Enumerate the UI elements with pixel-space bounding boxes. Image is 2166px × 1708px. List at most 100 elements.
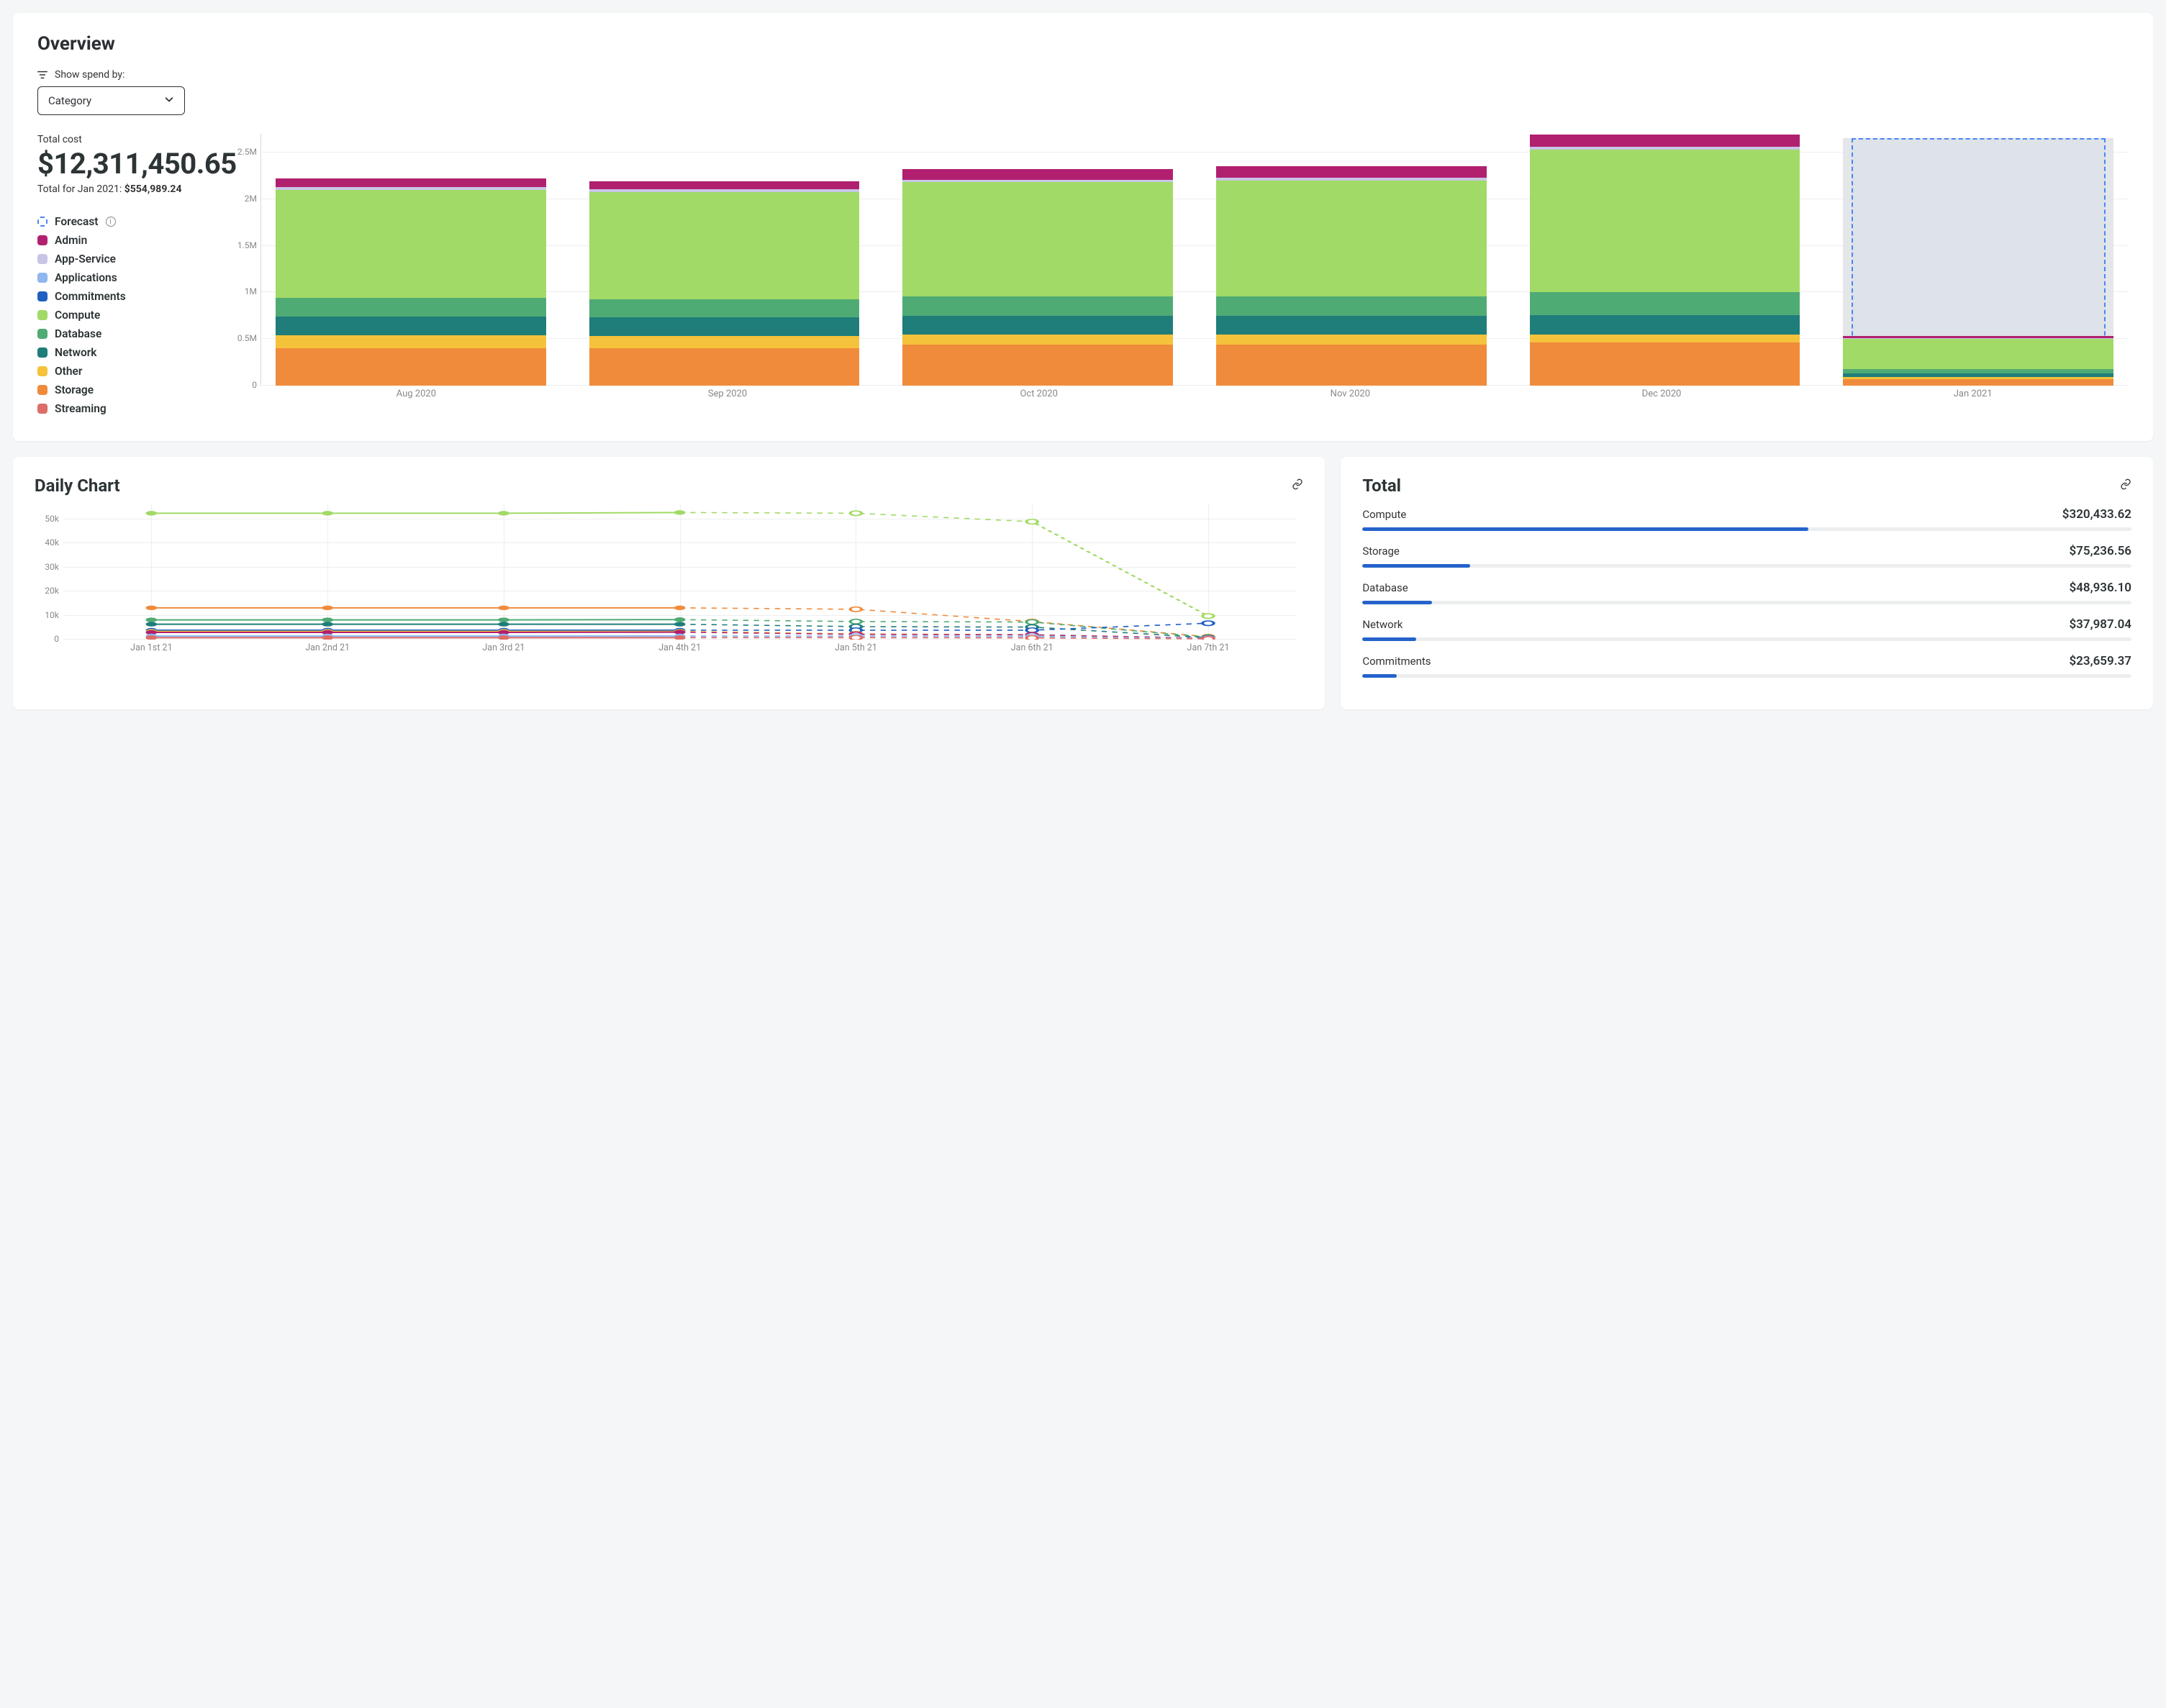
legend: Forecast i Admin App-Service Applications Com… (37, 215, 210, 415)
legend-item[interactable]: Network (37, 346, 210, 359)
legend-item[interactable]: Storage (37, 383, 210, 396)
total-item[interactable]: Network$37,987.04 (1362, 617, 2131, 641)
bar-segment (589, 348, 860, 386)
legend-item[interactable]: Forecast i (37, 215, 210, 228)
legend-swatch (37, 385, 47, 395)
legend-label: Forecast (55, 215, 99, 228)
overview-card: Overview Show spend by: Category Total c… (13, 13, 2153, 441)
info-icon[interactable]: i (106, 217, 116, 227)
total-for-line: Total for Jan 2021: $554,989.24 (37, 183, 210, 195)
bar-segment (276, 335, 546, 348)
total-item-name: Database (1362, 581, 1408, 594)
bar-segment (589, 299, 860, 317)
legend-swatch (37, 235, 47, 245)
y-tick-label: 0 (33, 634, 59, 644)
legend-item[interactable]: Commitments (37, 290, 210, 303)
spend-by-dropdown[interactable]: Category (37, 86, 185, 115)
bar-segment (902, 182, 1173, 296)
x-tick-label: Jan 6th 21 (944, 642, 1120, 658)
legend-label: Other (55, 365, 82, 378)
legend-label: Applications (55, 271, 117, 284)
progress-fill (1362, 601, 1431, 604)
progress-fill (1362, 674, 1397, 678)
y-tick-label: 50k (33, 514, 59, 524)
total-cost-value: $12,311,450.65 (37, 147, 210, 181)
legend-swatch (37, 347, 47, 358)
total-item-name: Compute (1362, 508, 1406, 521)
bar-segment (1530, 335, 1800, 343)
bar-segment (276, 190, 546, 298)
legend-item[interactable]: Other (37, 365, 210, 378)
bar-segment (276, 348, 546, 386)
bar-segment (589, 336, 860, 348)
total-item[interactable]: Database$48,936.10 (1362, 581, 2131, 604)
y-tick-label: 1M (231, 286, 257, 296)
legend-swatch (37, 273, 47, 283)
bar-segment (902, 316, 1173, 335)
y-tick-label: 0.5M (231, 333, 257, 343)
legend-swatch (37, 310, 47, 320)
x-tick-label: Jan 7th 21 (1120, 642, 1297, 658)
bar-column[interactable] (1828, 138, 2129, 386)
legend-label: Compute (55, 309, 100, 322)
x-tick-label: Jan 2021 (1817, 389, 2129, 407)
total-item-value: $320,433.62 (2062, 507, 2131, 522)
legend-swatch (37, 404, 47, 414)
bar-column[interactable] (574, 181, 875, 386)
legend-label: Commitments (55, 290, 126, 303)
total-for-prefix: Total for Jan 2021: (37, 183, 124, 195)
total-title: Total (1362, 476, 1401, 496)
y-tick-label: 10k (33, 610, 59, 620)
x-tick-label: Jan 5th 21 (768, 642, 944, 658)
progress-track (1362, 637, 2131, 641)
bar-segment (1216, 316, 1487, 335)
bar-segment (902, 345, 1173, 386)
legend-label: Network (55, 346, 97, 359)
legend-item[interactable]: Streaming (37, 402, 210, 415)
y-tick-label: 40k (33, 537, 59, 548)
total-item-value: $23,659.37 (2069, 654, 2131, 668)
bar-segment (589, 192, 860, 299)
progress-track (1362, 674, 2131, 678)
legend-item[interactable]: Admin (37, 234, 210, 247)
bar-segment (1530, 150, 1800, 292)
total-item[interactable]: Compute $320,433.62 (1362, 507, 2131, 531)
link-icon[interactable] (1292, 478, 1303, 493)
legend-label: Streaming (55, 402, 107, 415)
total-card: Total Compute $320,433.62 Storage$75,236.5… (1341, 457, 2153, 709)
x-tick-label: Sep 2020 (572, 389, 884, 407)
legend-item[interactable]: Database (37, 327, 210, 340)
bar-column[interactable] (1201, 166, 1502, 386)
total-item[interactable]: Storage$75,236.56 (1362, 544, 2131, 568)
total-cost-label: Total cost (37, 134, 210, 145)
link-icon[interactable] (2120, 478, 2131, 493)
bar-column[interactable] (887, 169, 1188, 386)
total-item[interactable]: Commitments $23,659.37 (1362, 654, 2131, 678)
legend-label: Storage (55, 383, 94, 396)
bar-segment (902, 169, 1173, 179)
legend-swatch (37, 366, 47, 376)
progress-fill (1362, 564, 1470, 568)
chevron-down-icon (164, 94, 174, 107)
legend-item[interactable]: Compute (37, 309, 210, 322)
bar-segment (1530, 315, 1800, 335)
progress-track (1362, 601, 2131, 604)
legend-swatch (37, 217, 47, 227)
bar-column[interactable] (1515, 135, 1816, 386)
bar-segment (589, 181, 860, 190)
x-tick-label: Jan 4th 21 (592, 642, 768, 658)
overview-bar-chart[interactable]: 00.5M1M1.5M2M2.5M Aug 2020Sep 2020Oct 20… (232, 134, 2129, 407)
bar-segment (902, 335, 1173, 345)
x-tick-label: Jan 1st 21 (63, 642, 240, 658)
bar-column[interactable] (260, 178, 561, 386)
daily-line-chart[interactable]: 010k20k30k40k50k Jan 1st 21Jan 2nd 21Jan… (35, 507, 1303, 658)
x-tick-label: Dec 2020 (1506, 389, 1818, 407)
y-tick-label: 2M (231, 194, 257, 204)
total-item-name: Commitments (1362, 655, 1431, 668)
y-tick-label: 2.5M (231, 147, 257, 157)
legend-item[interactable]: App-Service (37, 253, 210, 265)
overview-left: Total cost $12,311,450.65 Total for Jan … (37, 134, 210, 421)
legend-item[interactable]: Applications (37, 271, 210, 284)
legend-swatch (37, 291, 47, 301)
progress-fill (1362, 527, 1808, 531)
